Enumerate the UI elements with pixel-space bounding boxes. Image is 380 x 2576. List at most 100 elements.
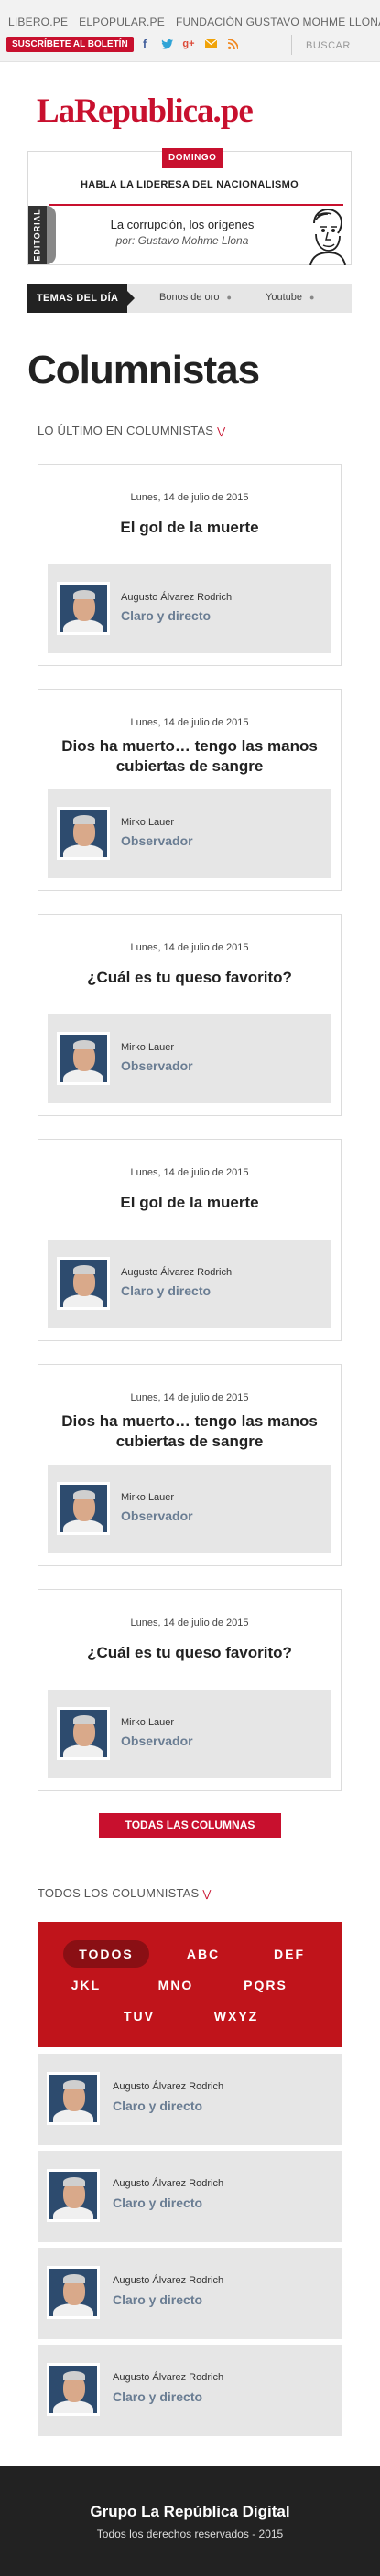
top-bar: LIBERO.PE ELPOPULAR.PE FUNDACIÓN GUSTAVO M… <box>0 0 380 62</box>
card-author-box: Mirko Lauer Observador <box>48 1014 331 1103</box>
topic-link[interactable]: Youtube ● <box>266 292 314 303</box>
column-name[interactable]: Claro y directo <box>121 608 211 623</box>
alphabet-filter: TODOS ABC DEF JKL MNO PQRS TUV WXYZ <box>38 1922 342 2047</box>
author-avatar[interactable] <box>47 2169 100 2222</box>
link-libero[interactable]: LIBERO.PE <box>8 16 68 28</box>
twitter-icon[interactable] <box>160 38 173 50</box>
author-avatar[interactable] <box>57 807 110 860</box>
link-fundacion[interactable]: FUNDACIÓN GUSTAVO MOHME LLONA <box>176 16 380 28</box>
bullet-icon: ● <box>226 293 232 302</box>
columnist-name[interactable]: Augusto Álvarez Rodrich <box>113 2178 223 2189</box>
columnist-row[interactable]: Augusto Álvarez Rodrich Claro y directo <box>38 2054 342 2145</box>
column-name[interactable]: Observador <box>121 833 193 848</box>
card-title[interactable]: Dios ha muerto… tengo las manos cubierta… <box>48 736 331 777</box>
columnist-name[interactable]: Augusto Álvarez Rodrich <box>113 2081 223 2092</box>
editorial-title[interactable]: La corrupción, los orígenes <box>61 218 303 231</box>
footer-copyright: Todos los derechos reservados - 2015 <box>96 2528 284 2540</box>
topic-label: Youtube <box>266 292 302 303</box>
author-avatar[interactable] <box>47 2363 100 2416</box>
columnist-name[interactable]: Augusto Álvarez Rodrich <box>113 2372 223 2383</box>
card-date: Lunes, 14 de julio de 2015 <box>130 1392 249 1403</box>
google-plus-icon[interactable]: g+ <box>182 38 195 50</box>
author-name[interactable]: Mirko Lauer <box>121 1042 174 1053</box>
author-avatar[interactable] <box>57 1482 110 1535</box>
section-title-text: LO ÚLTIMO EN COLUMNISTAS <box>38 424 214 437</box>
day-badge: DOMINGO <box>162 148 223 168</box>
topic-link[interactable]: Bonos de oro ● <box>159 292 232 303</box>
columnist-row[interactable]: Augusto Álvarez Rodrich Claro y directo <box>38 2345 342 2436</box>
email-icon[interactable] <box>204 38 217 50</box>
filter-wxyz[interactable]: WXYZ <box>204 2002 268 2030</box>
all-columnists-section-title[interactable]: TODOS LOS COLUMNISTAS ⋁ <box>38 1886 212 1900</box>
filter-def[interactable]: DEF <box>257 1940 321 1968</box>
social-links: f g+ <box>138 38 239 50</box>
card-title[interactable]: El gol de la muerte <box>48 518 331 538</box>
card-date: Lunes, 14 de julio de 2015 <box>130 942 249 953</box>
trending-topics-bar: TEMAS DEL DÍA Bonos de oro ● Youtube ● <box>27 284 352 313</box>
column-name[interactable]: Observador <box>121 1508 193 1523</box>
author-avatar[interactable] <box>57 582 110 635</box>
filter-jkl[interactable]: JKL <box>54 1971 118 1999</box>
filter-pqrs[interactable]: PQRS <box>233 1971 298 1999</box>
chevron-down-icon: ⋁ <box>202 1889 212 1900</box>
column-name[interactable]: Claro y directo <box>113 2389 202 2404</box>
column-card[interactable]: Lunes, 14 de julio de 2015 El gol de la … <box>38 464 342 666</box>
author-avatar[interactable] <box>47 2072 100 2125</box>
card-date: Lunes, 14 de julio de 2015 <box>130 1167 249 1178</box>
filter-tuv[interactable]: TUV <box>107 2002 171 2030</box>
footer-title: Grupo La República Digital <box>90 2503 290 2520</box>
author-name[interactable]: Mirko Lauer <box>121 1717 174 1728</box>
card-title[interactable]: ¿Cuál es tu queso favorito? <box>48 1643 331 1663</box>
editorial-tab: EDITORIAL <box>28 206 47 264</box>
column-name[interactable]: Observador <box>121 1733 193 1748</box>
card-author-box: Mirko Lauer Observador <box>48 789 331 878</box>
author-avatar[interactable] <box>57 1257 110 1310</box>
headline-link[interactable]: HABLA LA LIDERESA DEL NACIONALISMO <box>28 179 351 190</box>
card-date: Lunes, 14 de julio de 2015 <box>130 492 249 503</box>
filter-abc[interactable]: ABC <box>171 1940 235 1968</box>
author-name[interactable]: Augusto Álvarez Rodrich <box>121 1267 232 1278</box>
author-avatar[interactable] <box>57 1707 110 1760</box>
card-title[interactable]: El gol de la muerte <box>48 1193 331 1213</box>
author-avatar[interactable] <box>57 1032 110 1085</box>
site-footer: Grupo La República Digital Todos los der… <box>0 2466 380 2576</box>
filter-mno[interactable]: MNO <box>144 1971 208 1999</box>
column-card[interactable]: Lunes, 14 de julio de 2015 ¿Cuál es tu q… <box>38 914 342 1116</box>
divider <box>49 204 343 206</box>
author-name[interactable]: Mirko Lauer <box>121 817 174 828</box>
card-title[interactable]: ¿Cuál es tu queso favorito? <box>48 968 331 988</box>
columnist-name[interactable]: Augusto Álvarez Rodrich <box>113 2275 223 2286</box>
bullet-icon: ● <box>309 293 315 302</box>
editorial-label: EDITORIAL <box>33 209 42 262</box>
column-card[interactable]: Lunes, 14 de julio de 2015 Dios ha muert… <box>38 1364 342 1566</box>
facebook-icon[interactable]: f <box>138 38 151 50</box>
card-author-box: Augusto Álvarez Rodrich Claro y directo <box>48 1240 331 1328</box>
card-author-box: Mirko Lauer Observador <box>48 1690 331 1778</box>
search-button[interactable]: BUSCAR <box>306 40 351 51</box>
columnist-row[interactable]: Augusto Álvarez Rodrich Claro y directo <box>38 2151 342 2242</box>
filter-todos[interactable]: TODOS <box>63 1940 149 1968</box>
column-card[interactable]: Lunes, 14 de julio de 2015 Dios ha muert… <box>38 689 342 891</box>
subscribe-button[interactable]: SUSCRÍBETE AL BOLETÍN <box>6 37 134 52</box>
column-card[interactable]: Lunes, 14 de julio de 2015 El gol de la … <box>38 1139 342 1341</box>
column-name[interactable]: Claro y directo <box>113 2098 202 2113</box>
link-elpopular[interactable]: ELPOPULAR.PE <box>79 16 165 28</box>
column-card[interactable]: Lunes, 14 de julio de 2015 ¿Cuál es tu q… <box>38 1589 342 1791</box>
all-columns-button[interactable]: TODAS LAS COLUMNAS <box>99 1813 281 1838</box>
rss-icon[interactable] <box>226 38 239 50</box>
partner-links: LIBERO.PE ELPOPULAR.PE FUNDACIÓN GUSTAVO M… <box>8 16 380 28</box>
card-title[interactable]: Dios ha muerto… tengo las manos cubierta… <box>48 1411 331 1452</box>
author-name[interactable]: Mirko Lauer <box>121 1492 174 1503</box>
divider <box>291 35 292 55</box>
author-name[interactable]: Augusto Álvarez Rodrich <box>121 592 232 603</box>
card-date: Lunes, 14 de julio de 2015 <box>130 1617 249 1628</box>
column-name[interactable]: Claro y directo <box>121 1283 211 1298</box>
author-avatar[interactable] <box>47 2266 100 2319</box>
column-name[interactable]: Observador <box>121 1058 193 1073</box>
editorial-author: por: Gustavo Mohme Llona <box>115 234 249 247</box>
columnist-row[interactable]: Augusto Álvarez Rodrich Claro y directo <box>38 2248 342 2339</box>
latest-section-title[interactable]: LO ÚLTIMO EN COLUMNISTAS ⋁ <box>38 424 225 437</box>
column-name[interactable]: Claro y directo <box>113 2195 202 2210</box>
site-logo[interactable]: LaRepublica.pe <box>37 91 254 131</box>
column-name[interactable]: Claro y directo <box>113 2292 202 2307</box>
